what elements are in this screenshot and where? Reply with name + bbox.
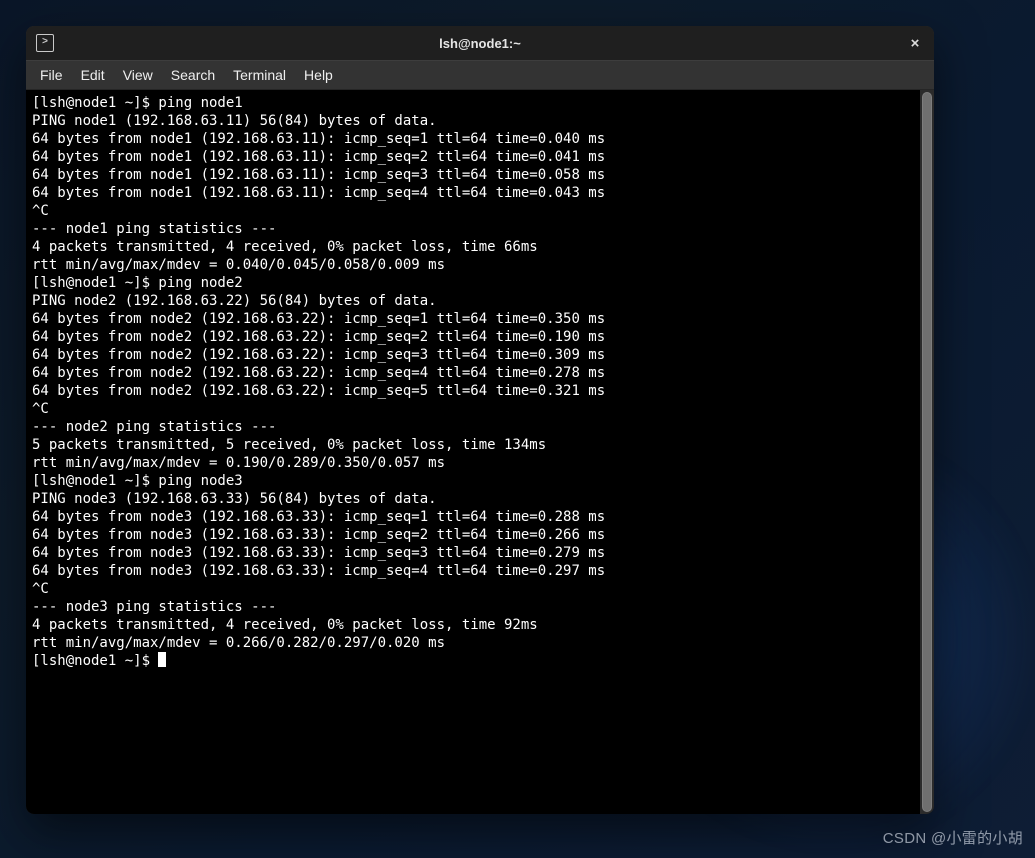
terminal-cursor: [158, 652, 166, 667]
terminal-viewport[interactable]: [lsh@node1 ~]$ ping node1 PING node1 (19…: [26, 90, 920, 814]
terminal-app-icon: [36, 34, 54, 52]
terminal-output: [lsh@node1 ~]$ ping node1 PING node1 (19…: [26, 90, 920, 674]
menu-search[interactable]: Search: [163, 65, 223, 85]
menu-view[interactable]: View: [115, 65, 161, 85]
menu-help[interactable]: Help: [296, 65, 341, 85]
menubar: File Edit View Search Terminal Help: [26, 60, 934, 90]
terminal-window: lsh@node1:~ × File Edit View Search Term…: [26, 26, 934, 814]
close-icon[interactable]: ×: [902, 30, 928, 56]
window-title: lsh@node1:~: [26, 36, 934, 51]
terminal-body[interactable]: [lsh@node1 ~]$ ping node1 PING node1 (19…: [26, 90, 934, 814]
scrollbar-thumb[interactable]: [922, 92, 932, 812]
menu-terminal[interactable]: Terminal: [225, 65, 294, 85]
watermark-text: CSDN @小雷的小胡: [883, 827, 1023, 848]
titlebar[interactable]: lsh@node1:~ ×: [26, 26, 934, 60]
scrollbar[interactable]: [920, 90, 934, 814]
menu-edit[interactable]: Edit: [73, 65, 113, 85]
menu-file[interactable]: File: [32, 65, 71, 85]
